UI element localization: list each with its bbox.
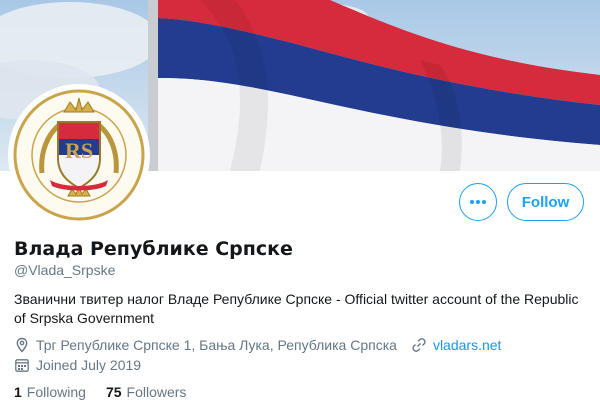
more-dots-icon xyxy=(470,200,486,204)
profile-meta-row: Трг Републике Српске 1, Бања Лука, Репуб… xyxy=(14,337,501,353)
profile-handle: @Vlada_Srpske xyxy=(14,262,116,278)
location-pin-icon xyxy=(14,337,30,353)
more-options-button[interactable] xyxy=(459,183,497,221)
calendar-icon xyxy=(14,357,30,373)
profile-bio: Званични твитер налог Владе Републике Ср… xyxy=(14,291,579,326)
followers-stat[interactable]: 75 Followers xyxy=(106,384,186,400)
followers-label: Followers xyxy=(126,384,187,400)
profile-joined-date: Joined July 2019 xyxy=(36,357,142,373)
profile-avatar[interactable]: RS xyxy=(8,84,150,226)
profile-display-name: Влада Републике Српске xyxy=(14,238,293,260)
follow-button[interactable]: Follow xyxy=(507,183,584,221)
following-stat[interactable]: 1 Following xyxy=(14,384,86,400)
profile-joined-row: Joined July 2019 xyxy=(14,357,141,373)
followers-count: 75 xyxy=(105,384,122,400)
profile-location: Трг Републике Српске 1, Бања Лука, Репуб… xyxy=(36,337,397,353)
follow-stats: 1 Following 75 Followers xyxy=(14,384,206,400)
coat-of-arms-seal: RS xyxy=(13,89,145,221)
following-label: Following xyxy=(26,384,86,400)
following-count: 1 xyxy=(14,384,22,400)
seal-monogram: RS xyxy=(65,138,93,163)
profile-website-link[interactable]: vladars.net xyxy=(433,337,501,353)
link-icon xyxy=(411,337,427,353)
